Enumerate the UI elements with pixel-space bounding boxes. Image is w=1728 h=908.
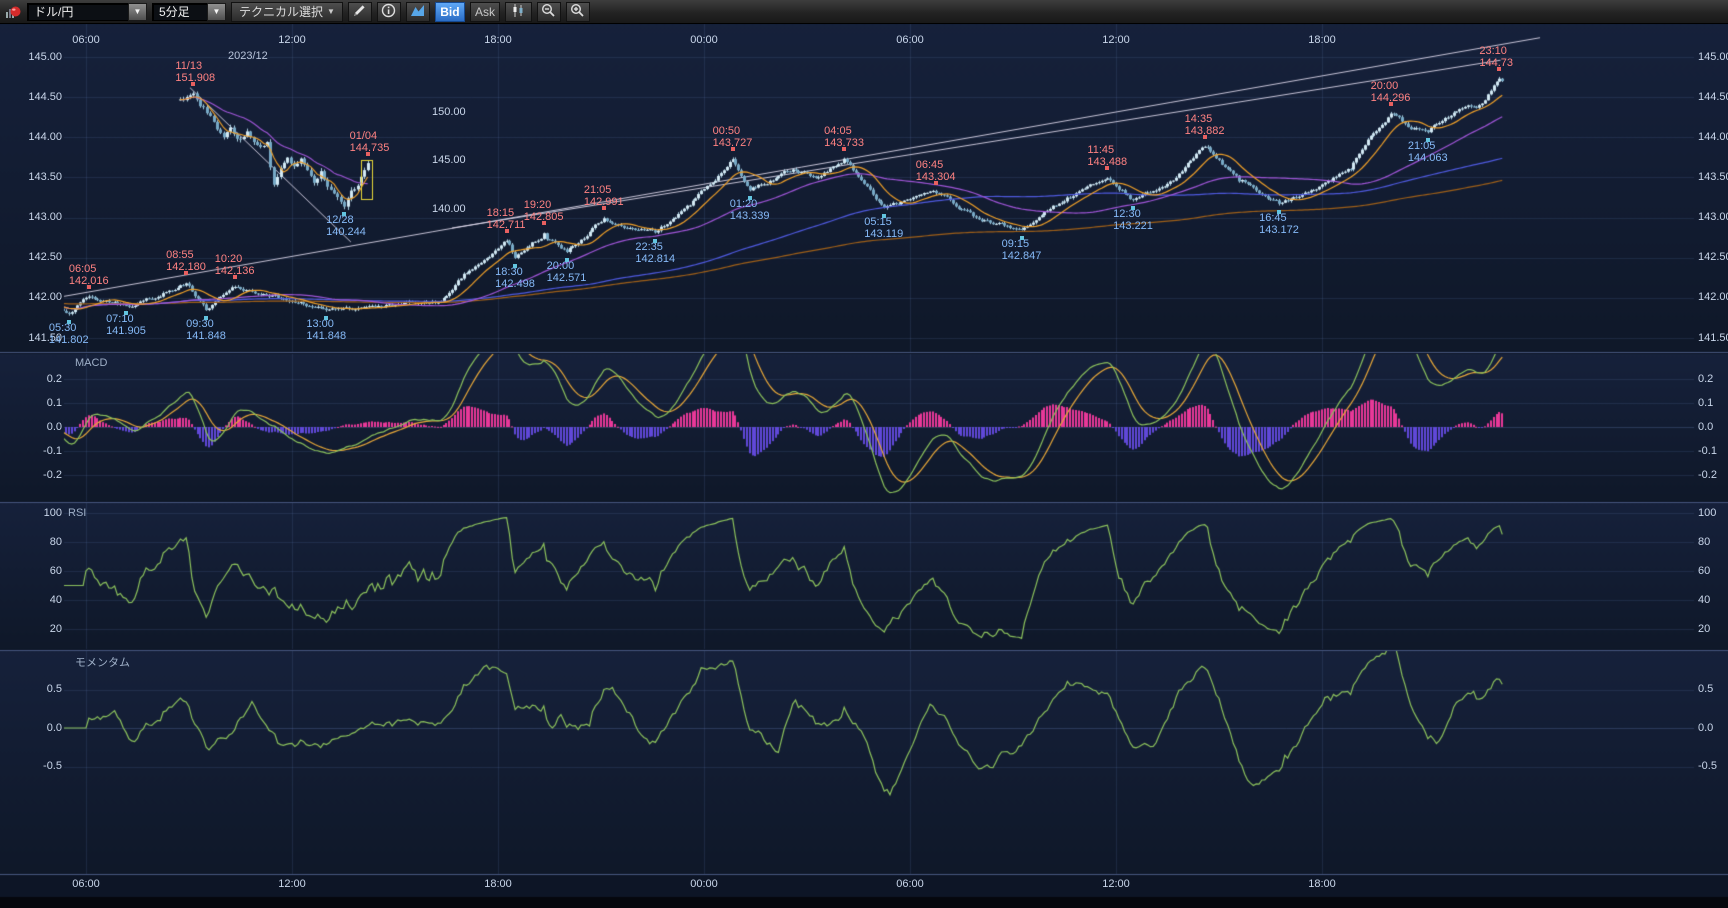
candle-tool-icon [510,3,527,21]
pair-select-value: ドル/円 [27,3,128,21]
ask-button[interactable]: Ask [470,2,500,22]
info-button[interactable] [377,2,401,22]
technical-dropdown-arrow: ▼ [327,7,335,16]
timeframe-select[interactable]: 5分足 ▼ [152,3,226,21]
info-icon [381,3,396,21]
toolbar: ドル/円 ▼ 5分足 ▼ テクニカル選択 ▼ Bid Ask [0,0,1728,24]
zoom-out-icon [541,3,556,21]
timeframe-select-value: 5分足 [152,3,207,21]
draw-tool-button[interactable] [348,2,372,22]
pair-dropdown-arrow[interactable]: ▼ [128,3,147,21]
candle-tool-button[interactable] [505,2,532,22]
zoom-in-icon [570,3,585,21]
area-chart-icon [410,3,426,21]
technical-select-label: テクニカル選択 [239,3,323,20]
app-chart-icon [4,3,22,21]
pair-select[interactable]: ドル/円 ▼ [27,3,147,21]
timeframe-dropdown-arrow[interactable]: ▼ [207,3,226,21]
chart-canvas[interactable] [0,0,1728,908]
technical-select-button[interactable]: テクニカル選択 ▼ [231,2,343,22]
area-chart-button[interactable] [406,2,430,22]
zoom-out-button[interactable] [537,2,561,22]
pencil-icon [352,3,367,21]
bid-button[interactable]: Bid [435,2,465,22]
fx-chart-window: 06:0012:0018:0000:0006:0012:0018:0006:00… [0,0,1728,908]
zoom-in-button[interactable] [566,2,590,22]
